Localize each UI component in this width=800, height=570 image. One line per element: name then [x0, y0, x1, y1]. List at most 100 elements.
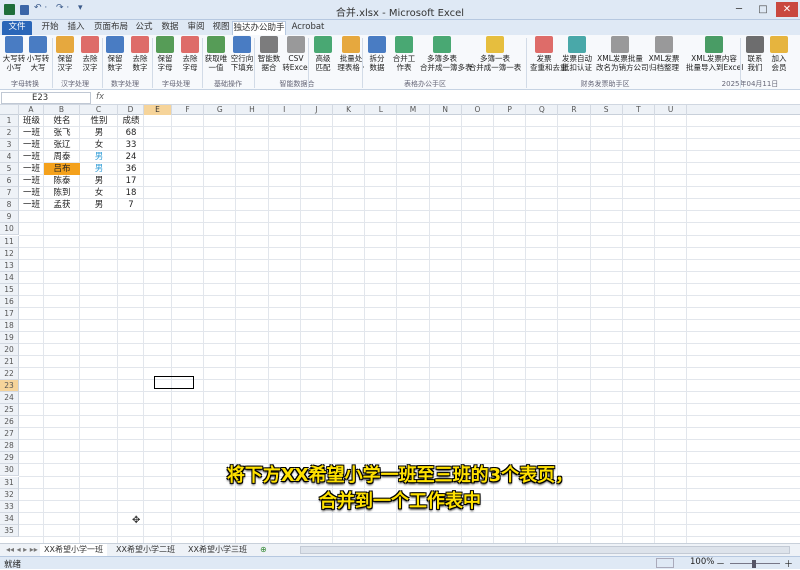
selected-cell[interactable]	[154, 376, 194, 390]
close-button[interactable]: ✕	[776, 2, 798, 17]
zoom-in-button[interactable]: ＋	[784, 557, 793, 570]
ribbon-button-20[interactable]: XML发票批量 改名为销方公司	[596, 36, 649, 80]
zoom-out-button[interactable]: －	[716, 557, 725, 570]
table-cell[interactable]: 张辽	[44, 139, 80, 151]
row-header-15[interactable]: 15	[0, 283, 19, 296]
ribbon-button-22[interactable]: XML发票内容 批量导入到Excel	[686, 36, 743, 80]
table-cell[interactable]: 一班	[19, 127, 44, 139]
ribbon-button-9[interactable]: 空行向 下填充	[228, 36, 256, 80]
table-cell[interactable]: 36	[118, 163, 144, 175]
row-header-11[interactable]: 11	[0, 235, 19, 248]
row-header-29[interactable]: 29	[0, 452, 19, 465]
row-header-2[interactable]: 2	[0, 127, 19, 140]
row-header-18[interactable]: 18	[0, 319, 19, 332]
table-cell[interactable]: 吕布	[44, 163, 80, 176]
row-header-21[interactable]: 21	[0, 356, 19, 369]
row-header-1[interactable]: 1	[0, 115, 19, 128]
table-cell[interactable]: 一班	[19, 139, 44, 151]
ribbon-button-8[interactable]: 获取唯 一值	[204, 36, 228, 80]
minimize-button[interactable]: ─	[728, 2, 750, 17]
row-header-10[interactable]: 10	[0, 223, 19, 236]
table-cell[interactable]: 陈泰	[44, 175, 80, 187]
column-header-D[interactable]: D	[118, 105, 144, 115]
row-header-14[interactable]: 14	[0, 271, 19, 284]
ribbon-button-21[interactable]: XML发票 归档整理	[646, 36, 682, 80]
zoom-level[interactable]: 100%	[690, 557, 714, 567]
table-cell[interactable]: 一班	[19, 163, 44, 175]
ribbon-button-7[interactable]: 去除 字母	[178, 36, 202, 80]
column-header-E[interactable]: E	[144, 105, 172, 115]
row-header-4[interactable]: 4	[0, 151, 19, 164]
column-header-L[interactable]: L	[365, 105, 398, 115]
table-cell[interactable]: 男	[80, 151, 118, 163]
column-header-G[interactable]: G	[204, 105, 237, 115]
restore-button[interactable]: □	[752, 2, 774, 17]
ribbon-button-12[interactable]: 高级 匹配	[312, 36, 334, 80]
column-header-K[interactable]: K	[333, 105, 366, 115]
row-header-25[interactable]: 25	[0, 404, 19, 417]
tab-7[interactable]: 视图	[210, 21, 232, 35]
ribbon-button-14[interactable]: 拆分 数据	[366, 36, 388, 80]
tab-5[interactable]: 数据	[158, 21, 182, 35]
table-cell[interactable]: 周泰	[44, 151, 80, 163]
table-header-cell[interactable]: 班级	[19, 115, 44, 127]
column-header-M[interactable]: M	[397, 105, 430, 115]
row-header-17[interactable]: 17	[0, 307, 19, 320]
row-header-20[interactable]: 20	[0, 343, 19, 356]
normal-view-icon[interactable]	[656, 558, 674, 568]
tab-4[interactable]: 公式	[132, 21, 156, 35]
column-header-U[interactable]: U	[655, 105, 688, 115]
new-sheet-icon[interactable]: ⊕	[256, 544, 271, 556]
column-header-B[interactable]: B	[44, 105, 80, 115]
table-cell[interactable]: 女	[80, 139, 118, 151]
zoom-slider-thumb[interactable]	[752, 560, 756, 568]
row-header-26[interactable]: 26	[0, 416, 19, 429]
ribbon-button-4[interactable]: 保留 数字	[104, 36, 126, 80]
ribbon-button-18[interactable]: 发票 查重和去重	[530, 36, 568, 80]
table-cell[interactable]: 33	[118, 139, 144, 151]
table-cell[interactable]: 男	[80, 163, 118, 175]
table-cell[interactable]: 男	[80, 175, 118, 187]
ribbon-button-2[interactable]: 保留 汉字	[54, 36, 76, 80]
table-cell[interactable]: 女	[80, 187, 118, 199]
row-header-23[interactable]: 23	[0, 380, 19, 393]
row-header-12[interactable]: 12	[0, 247, 19, 260]
tab-0[interactable]: 文件	[2, 21, 32, 35]
ribbon-button-1[interactable]: 小写转 大写	[26, 36, 50, 80]
ribbon-button-3[interactable]: 去除 汉字	[78, 36, 102, 80]
column-header-P[interactable]: P	[494, 105, 527, 115]
column-header-A[interactable]: A	[19, 105, 44, 115]
tab-6[interactable]: 审阅	[184, 21, 208, 35]
table-cell[interactable]: 一班	[19, 151, 44, 163]
ribbon-button-23[interactable]: 联系 我们	[744, 36, 766, 80]
row-header-35[interactable]: 35	[0, 524, 19, 537]
tab-8[interactable]: 独达办公助手	[232, 21, 286, 35]
row-header-8[interactable]: 8	[0, 199, 19, 212]
row-header-16[interactable]: 16	[0, 295, 19, 308]
column-header-O[interactable]: O	[462, 105, 494, 115]
ribbon-button-17[interactable]: 多簿一表 合并成一簿一表	[466, 36, 524, 80]
column-header-F[interactable]: F	[172, 105, 205, 115]
column-header-T[interactable]: T	[623, 105, 655, 115]
column-header-H[interactable]: H	[236, 105, 269, 115]
tab-3[interactable]: 页面布局	[92, 21, 130, 35]
column-header-N[interactable]: N	[430, 105, 462, 115]
tab-1[interactable]: 开始	[38, 21, 62, 35]
column-header-S[interactable]: S	[591, 105, 623, 115]
table-cell[interactable]: 张飞	[44, 127, 80, 139]
row-header-5[interactable]: 5	[0, 163, 19, 176]
row-header-6[interactable]: 6	[0, 175, 19, 188]
table-cell[interactable]: 男	[80, 199, 118, 211]
row-header-13[interactable]: 13	[0, 259, 19, 272]
table-cell[interactable]: 一班	[19, 199, 44, 211]
column-header-J[interactable]: J	[301, 105, 333, 115]
column-header-C[interactable]: C	[80, 105, 118, 115]
ribbon-button-0[interactable]: 大写转 小写	[2, 36, 26, 80]
ribbon-button-11[interactable]: CSV 转Excel	[282, 36, 310, 80]
table-cell[interactable]: 18	[118, 187, 144, 199]
ribbon-button-19[interactable]: 发票自动 抵扣认证	[560, 36, 594, 80]
tab-9[interactable]: Acrobat	[288, 21, 328, 35]
sheet-nav-icon[interactable]: ◂◂ ◂ ▸ ▸▸	[2, 544, 42, 556]
table-cell[interactable]: 68	[118, 127, 144, 139]
table-cell[interactable]: 孟获	[44, 199, 80, 211]
